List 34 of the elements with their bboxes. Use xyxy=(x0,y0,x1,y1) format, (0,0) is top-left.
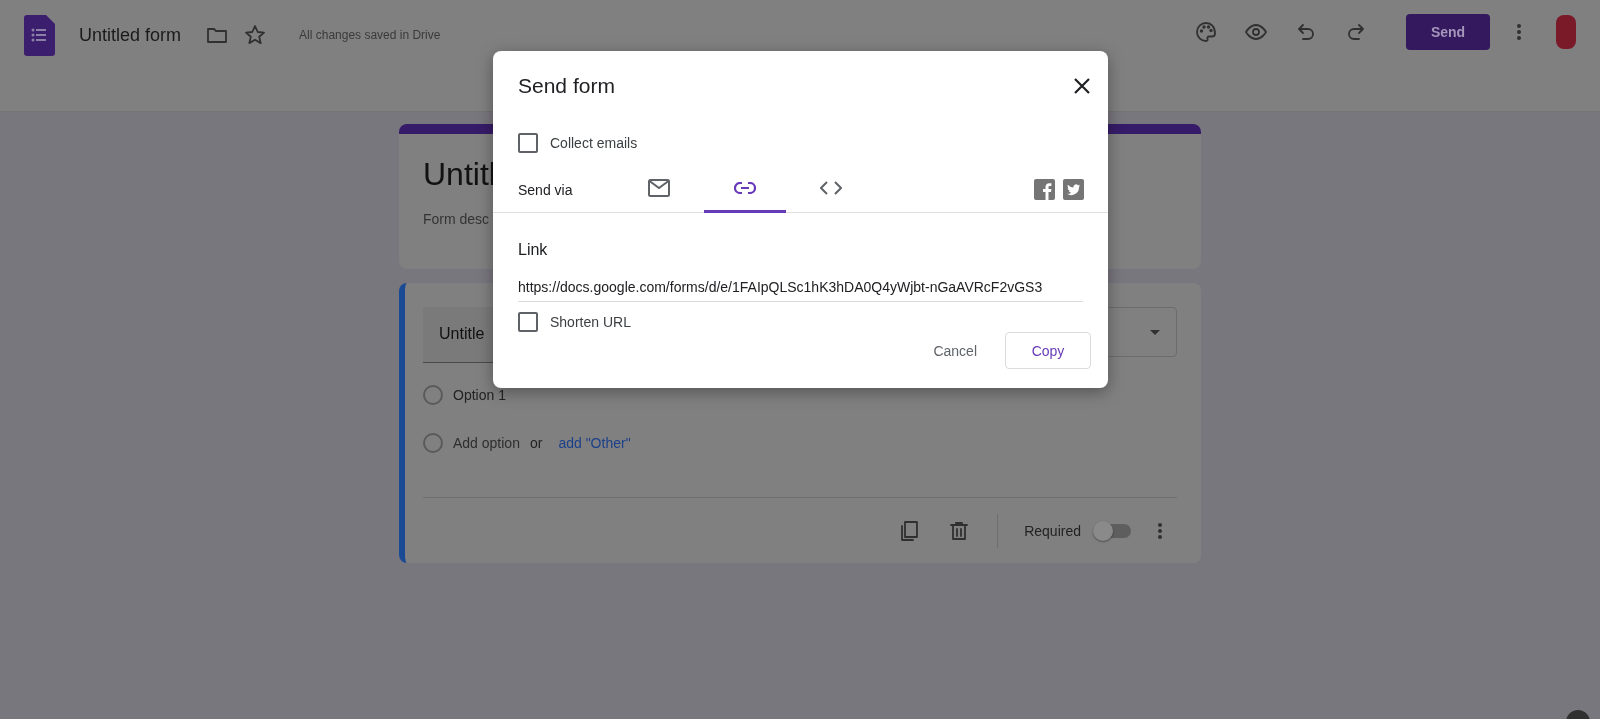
send-via-label: Send via xyxy=(518,181,574,198)
required-label: Required xyxy=(1024,522,1081,539)
close-icon[interactable] xyxy=(1074,78,1090,94)
link-label: Link xyxy=(517,240,549,259)
checkbox[interactable] xyxy=(518,312,538,332)
help-icon[interactable] xyxy=(1565,709,1591,719)
more-icon[interactable] xyxy=(1516,23,1522,41)
palette-icon[interactable] xyxy=(1194,20,1218,44)
add-other-link[interactable]: add "Other" xyxy=(558,435,631,451)
required-toggle[interactable] xyxy=(1095,523,1131,538)
facebook-icon[interactable] xyxy=(1034,179,1055,200)
code-icon xyxy=(820,181,842,195)
copy-button[interactable]: Copy xyxy=(1005,332,1091,369)
option-label[interactable]: Option 1 xyxy=(453,387,506,403)
shorten-url-label: Shorten URL xyxy=(550,314,631,330)
forms-logo-icon xyxy=(24,14,55,56)
dialog-title: Send form xyxy=(518,74,615,98)
collect-emails-label: Collect emails xyxy=(550,135,638,151)
add-option-label[interactable]: Add option xyxy=(453,435,520,451)
url-field[interactable]: https://docs.google.com/forms/d/e/1FAIpQLSc1hK3hDA0Q4yWjbt-nGaAVRcF2vGS3 xyxy=(518,279,1083,302)
caret-icon xyxy=(1150,329,1160,335)
mail-icon xyxy=(648,179,670,197)
more-icon[interactable] xyxy=(1157,521,1163,540)
or-text: or xyxy=(529,435,543,451)
avatar[interactable] xyxy=(1556,15,1576,49)
twitter-icon[interactable] xyxy=(1063,179,1084,200)
link-icon xyxy=(734,182,756,194)
checkbox[interactable] xyxy=(518,133,538,153)
radio-button[interactable] xyxy=(423,385,443,405)
save-status: All changes saved in Drive xyxy=(299,28,441,42)
cancel-button[interactable]: Cancel xyxy=(927,341,983,360)
send-button[interactable]: Send xyxy=(1406,14,1490,50)
form-title[interactable]: Untitled form xyxy=(79,24,182,46)
star-icon[interactable] xyxy=(243,23,268,47)
